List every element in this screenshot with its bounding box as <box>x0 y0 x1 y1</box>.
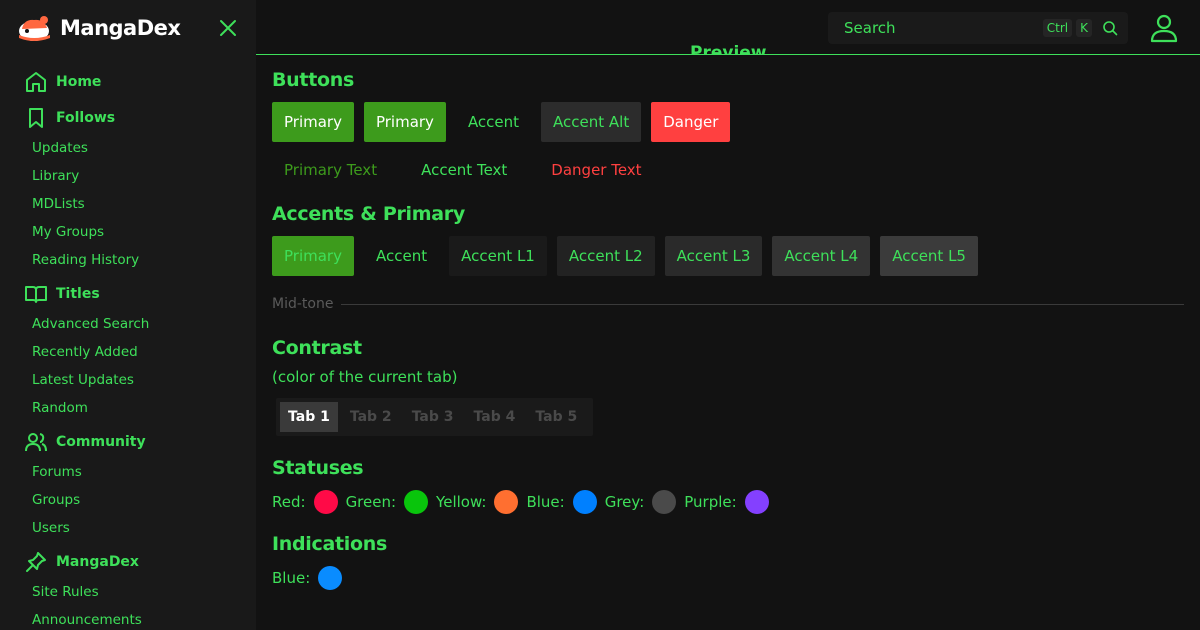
status-blue-label: Blue: <box>526 493 565 511</box>
sidebar-item-site-rules[interactable]: Site Rules <box>0 578 256 606</box>
indications-row: Blue: <box>272 566 1184 590</box>
tab-3[interactable]: Tab 3 <box>404 402 462 432</box>
status-red-label: Red: <box>272 493 306 511</box>
accent-alt-button[interactable]: Accent Alt <box>541 102 642 142</box>
status-yellow-label: Yellow: <box>436 493 487 511</box>
sidebar-item-library[interactable]: Library <box>0 162 256 190</box>
tab-bar: Tab 1 Tab 2 Tab 3 Tab 4 Tab 5 <box>276 398 594 436</box>
accent-l5-swatch[interactable]: Accent L5 <box>880 236 978 276</box>
sidebar-section-label: MangaDex <box>56 554 139 570</box>
contrast-heading: Contrast <box>272 337 362 359</box>
sidebar-section-community[interactable]: Community <box>0 426 256 458</box>
accent-primary-swatch[interactable]: Primary <box>272 236 354 276</box>
primary-text-button[interactable]: Primary Text <box>272 150 389 190</box>
accent-swatch[interactable]: Accent <box>363 236 440 276</box>
status-yellow-dot <box>494 490 519 514</box>
accents-heading: Accents & Primary <box>272 203 465 225</box>
indication-blue-dot <box>318 566 343 590</box>
status-grey-label: Grey: <box>604 493 645 511</box>
status-green-dot <box>404 490 429 514</box>
tab-4[interactable]: Tab 4 <box>466 402 524 432</box>
search-bar[interactable]: Search Ctrl K <box>828 12 1128 44</box>
header-divider <box>256 54 1200 55</box>
sidebar-section-label: Titles <box>56 286 100 302</box>
sidebar-item-advanced-search[interactable]: Advanced Search <box>0 310 256 338</box>
pin-icon <box>26 552 46 572</box>
indication-blue-label: Blue: <box>272 569 311 587</box>
sidebar-item-forums[interactable]: Forums <box>0 458 256 486</box>
status-blue-dot <box>572 490 597 514</box>
sidebar: MangaDex Home Follows Updates Library MD… <box>0 0 256 630</box>
close-sidebar-icon[interactable] <box>216 16 240 40</box>
buttons-row-2: Primary Text Accent Text Danger Text <box>272 150 1184 190</box>
statuses-heading: Statuses <box>272 457 364 479</box>
sidebar-section-label: Follows <box>56 110 116 126</box>
buttons-heading: Buttons <box>272 69 354 91</box>
status-green-label: Green: <box>345 493 397 511</box>
kbd-k: K <box>1076 19 1092 37</box>
midtone-label: Mid-tone <box>272 296 334 312</box>
sidebar-section-titles[interactable]: Titles <box>0 278 256 310</box>
status-grey-dot <box>652 490 677 514</box>
main-content: Buttons Primary Primary Accent Accent Al… <box>272 56 1184 590</box>
contrast-subtitle: (color of the current tab) <box>272 368 458 386</box>
accent-text-button[interactable]: Accent Text <box>409 150 519 190</box>
primary-button[interactable]: Primary <box>272 102 354 142</box>
status-purple-label: Purple: <box>684 493 737 511</box>
search-icon[interactable] <box>1102 20 1118 36</box>
sidebar-item-updates[interactable]: Updates <box>0 134 256 162</box>
users-icon <box>25 433 47 452</box>
accent-l1-swatch[interactable]: Accent L1 <box>449 236 547 276</box>
accent-l3-swatch[interactable]: Accent L3 <box>664 236 763 276</box>
statuses-row: Red: Green: Yellow: Blue: Grey: Purple: <box>272 490 1184 514</box>
sidebar-section-follows[interactable]: Follows <box>0 102 256 134</box>
sidebar-section-mangadex[interactable]: MangaDex <box>0 546 256 578</box>
mangadex-logo-icon <box>19 16 50 41</box>
logo[interactable]: MangaDex <box>16 10 181 46</box>
buttons-row-1: Primary Primary Accent Accent Alt Danger <box>272 102 1184 142</box>
accents-row: Primary Accent Accent L1 Accent L2 Accen… <box>272 236 1184 276</box>
sidebar-item-mdlists[interactable]: MDLists <box>0 190 256 218</box>
home-icon <box>26 72 46 92</box>
midtone-divider: Mid-tone <box>272 294 1184 314</box>
logo-text: MangaDex <box>60 16 181 40</box>
sidebar-item-random[interactable]: Random <box>0 394 256 422</box>
status-red-dot <box>313 490 338 514</box>
sidebar-section-label: Community <box>56 434 146 450</box>
sidebar-nav: Home Follows Updates Library MDLists My … <box>0 62 256 630</box>
kbd-ctrl: Ctrl <box>1042 19 1073 37</box>
sidebar-item-reading-history[interactable]: Reading History <box>0 246 256 274</box>
danger-button[interactable]: Danger <box>651 102 731 142</box>
sidebar-item-my-groups[interactable]: My Groups <box>0 218 256 246</box>
primary-button-2[interactable]: Primary <box>363 102 446 142</box>
sidebar-item-announcements[interactable]: Announcements <box>0 606 256 630</box>
tab-5[interactable]: Tab 5 <box>527 402 585 432</box>
accent-button[interactable]: Accent <box>456 102 531 142</box>
book-open-icon <box>25 286 47 303</box>
sidebar-item-recently-added[interactable]: Recently Added <box>0 338 256 366</box>
preview-heading: Preview <box>690 43 767 54</box>
status-purple-dot <box>744 490 769 514</box>
sidebar-section-label: Home <box>56 74 102 90</box>
bookmark-icon <box>29 108 43 128</box>
midtone-line <box>341 303 1184 305</box>
indications-heading: Indications <box>272 533 387 555</box>
sidebar-item-latest-updates[interactable]: Latest Updates <box>0 366 256 394</box>
tab-1[interactable]: Tab 1 <box>280 402 338 432</box>
danger-text-button[interactable]: Danger Text <box>539 150 653 190</box>
accent-l2-swatch[interactable]: Accent L2 <box>556 236 655 276</box>
sidebar-section-home[interactable]: Home <box>0 66 256 98</box>
sidebar-item-groups[interactable]: Groups <box>0 486 256 514</box>
user-icon[interactable] <box>1148 12 1180 44</box>
sidebar-item-users[interactable]: Users <box>0 514 256 542</box>
tab-2[interactable]: Tab 2 <box>342 402 400 432</box>
search-input[interactable]: Search <box>844 19 1039 37</box>
accent-l4-swatch[interactable]: Accent L4 <box>772 236 871 276</box>
